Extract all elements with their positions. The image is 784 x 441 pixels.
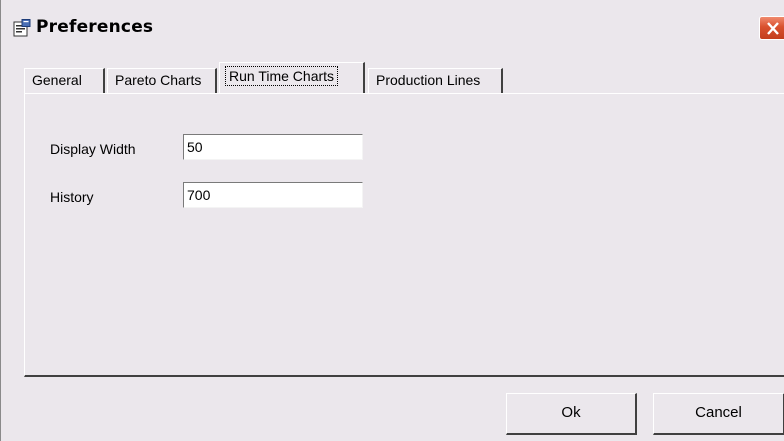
- close-icon: [767, 22, 779, 35]
- tab-production-lines[interactable]: Production Lines: [368, 68, 503, 93]
- history-label: History: [50, 189, 94, 205]
- tab-pareto-charts-label: Pareto Charts: [115, 72, 202, 88]
- close-button[interactable]: [759, 16, 784, 40]
- preferences-window-icon: [13, 19, 31, 37]
- tab-run-time-charts[interactable]: Run Time Charts: [219, 62, 365, 93]
- history-field[interactable]: [183, 182, 363, 208]
- tab-general-label: General: [32, 72, 82, 88]
- cancel-button[interactable]: Cancel: [653, 393, 784, 435]
- ok-button[interactable]: Ok: [506, 393, 637, 435]
- preferences-dialog: Preferences General Pareto Charts Run Ti…: [0, 0, 784, 441]
- display-width-field[interactable]: [183, 134, 363, 160]
- display-width-label: Display Width: [50, 141, 136, 157]
- window-title: Preferences: [36, 17, 154, 37]
- tab-run-time-charts-label: Run Time Charts: [224, 66, 339, 86]
- tab-panel-run-time-charts: [24, 93, 784, 377]
- title-bar[interactable]: Preferences: [1, 0, 784, 54]
- tab-production-lines-label: Production Lines: [376, 72, 481, 88]
- tab-pareto-charts[interactable]: Pareto Charts: [107, 68, 217, 93]
- tab-general[interactable]: General: [24, 68, 105, 93]
